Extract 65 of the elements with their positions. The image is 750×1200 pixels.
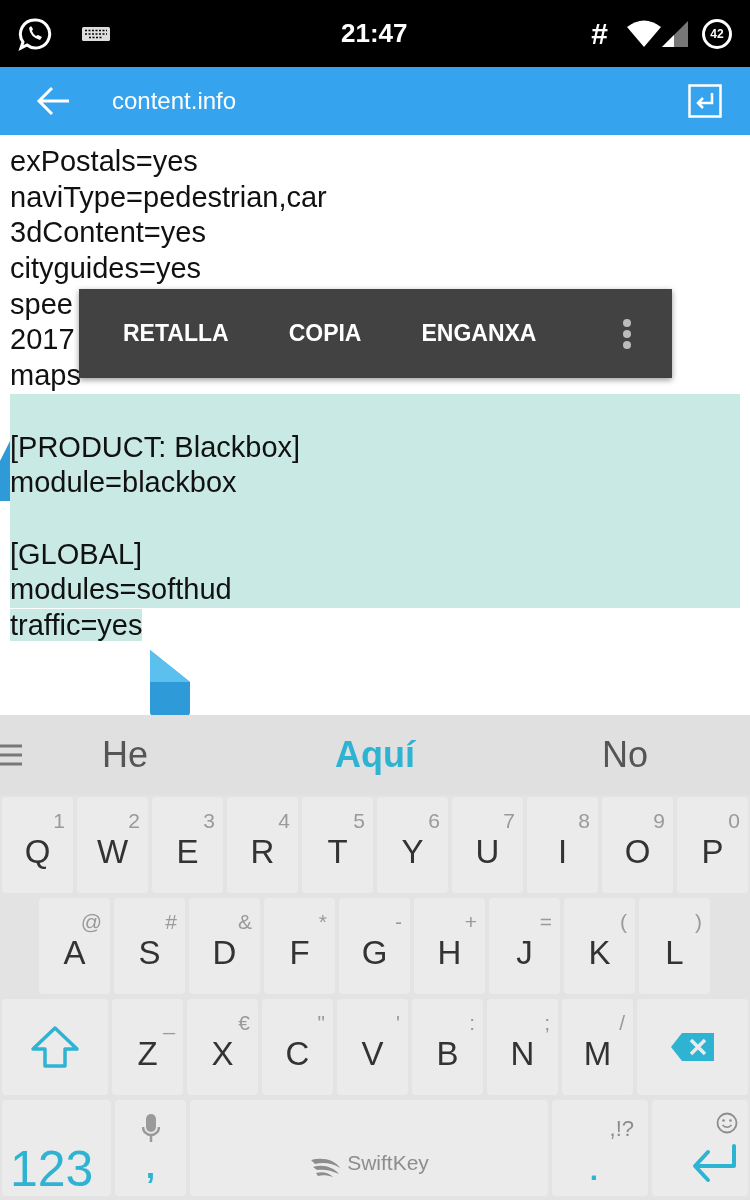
key[interactable]: @ A (39, 898, 110, 994)
key[interactable]: : B (412, 999, 483, 1095)
key[interactable]: - G (339, 898, 410, 994)
selection-handle[interactable] (0, 441, 10, 501)
key[interactable]: ) L (639, 898, 710, 994)
key[interactable]: 9 O (602, 797, 673, 893)
key[interactable]: # S (114, 898, 185, 994)
menu-item[interactable]: RETALLA (103, 316, 249, 351)
return-icon[interactable] (688, 84, 722, 118)
text-line: 2017 (10, 323, 75, 356)
text-line: spee (10, 287, 73, 320)
text-line: cityguides=yes (10, 252, 202, 285)
key[interactable]: _ Z (112, 999, 183, 1095)
key[interactable]: * F (264, 898, 335, 994)
key[interactable]: € X (187, 999, 258, 1095)
key[interactable]: + H (414, 898, 485, 994)
clock: 21:47 (341, 17, 408, 50)
text-line: naviType=pedestrian,car (10, 180, 327, 213)
key[interactable]: ' V (337, 999, 408, 1095)
key[interactable]: 7 U (452, 797, 523, 893)
key[interactable]: = J (489, 898, 560, 994)
key[interactable]: ( K (564, 898, 635, 994)
menu-item[interactable]: COPIA (268, 316, 382, 351)
word-suggestion[interactable]: He (102, 728, 148, 782)
backspace-icon (669, 1032, 716, 1062)
key[interactable]: 3 E (152, 797, 223, 893)
wifi-icon (626, 19, 662, 48)
text-line: maps (10, 359, 81, 392)
key[interactable]: / M (562, 999, 633, 1095)
key[interactable]: " C (262, 999, 333, 1095)
swiftkey-logo-icon (309, 1156, 342, 1178)
signal-icon (662, 20, 688, 47)
word-suggestion[interactable]: No (602, 728, 648, 782)
hash-indicator: # (591, 16, 608, 52)
keyboard-icon (82, 26, 110, 41)
key[interactable]: 4 R (227, 797, 298, 893)
key[interactable]: & D (189, 898, 260, 994)
key[interactable]: 8 I (527, 797, 598, 893)
menu-icon[interactable] (0, 743, 22, 767)
microphone-icon (141, 1113, 160, 1143)
chat-app-icon (18, 16, 52, 51)
battery-indicator: 42 (702, 18, 732, 49)
text-line: [PRODUCT: Blackbox] (10, 430, 301, 463)
menu-item[interactable]: ENGANXA (401, 316, 557, 351)
key[interactable]: 0 P (677, 797, 748, 893)
text-line: modules=softhud (10, 573, 232, 606)
shift-key[interactable] (2, 999, 108, 1095)
key[interactable]: ; N (487, 999, 558, 1095)
window-title: content.info (112, 86, 237, 116)
key[interactable]: 2 W (77, 797, 148, 893)
enter-key[interactable] (652, 1100, 748, 1196)
text-line: 3dContent=yes (10, 216, 206, 249)
back-arrow-icon[interactable] (36, 86, 70, 116)
enter-icon (690, 1144, 738, 1184)
text-line: [GLOBAL] (10, 537, 143, 570)
key[interactable]: 5 T (302, 797, 373, 893)
backspace-key[interactable] (637, 999, 748, 1095)
text-line: exPostals=yes (10, 145, 198, 177)
key[interactable]: 6 Y (377, 797, 448, 893)
shift-icon (30, 1025, 80, 1069)
more-options-icon[interactable] (622, 317, 632, 350)
selection-handle[interactable] (150, 650, 190, 716)
text-line: module=blackbox (10, 466, 237, 499)
key[interactable]: 1 Q (2, 797, 73, 893)
smiley-icon (716, 1112, 738, 1134)
